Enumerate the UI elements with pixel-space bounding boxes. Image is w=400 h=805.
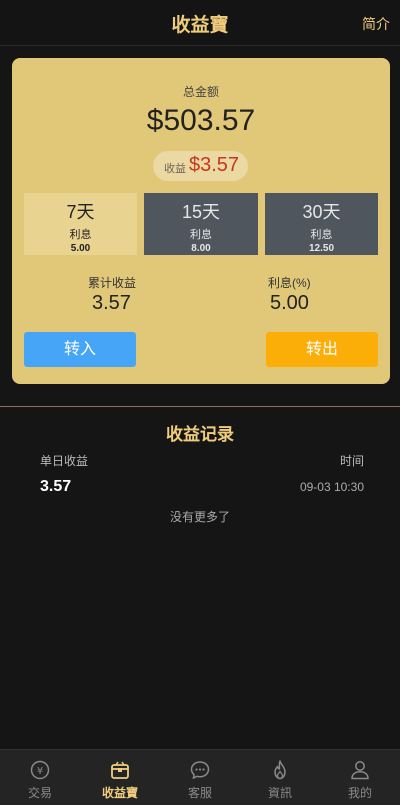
page-title: 收益寶	[171, 15, 229, 36]
treasure-box-icon	[111, 761, 129, 779]
nav-item-profile[interactable]: 我的	[320, 750, 400, 805]
cumulative-earnings-label: 累计收益	[88, 276, 137, 290]
nav-label: 客服	[187, 786, 212, 800]
total-amount-label: 总金额	[182, 85, 219, 99]
term-rate: 5.00	[70, 243, 91, 254]
nav-item-support[interactable]: 客服	[160, 750, 240, 805]
term-rate-label: 利息	[310, 229, 333, 241]
term-rate-label: 利息	[69, 229, 92, 241]
term-rate: 12.50	[308, 243, 335, 254]
total-amount-value: $503.57	[146, 104, 256, 137]
term-days: 30天	[302, 202, 341, 222]
flame-icon	[274, 760, 286, 780]
transfer-in-button[interactable]: 转入	[24, 332, 136, 367]
nav-item-yield[interactable]: 收益寶	[80, 750, 160, 805]
nav-label: 我的	[347, 786, 372, 800]
interest-rate-value: 5.00	[270, 292, 309, 314]
chat-bubble-icon	[190, 761, 210, 780]
earnings-value: $3.57	[189, 154, 240, 176]
term-option-15d[interactable]: 15天 利息 8.00	[144, 193, 258, 255]
nav-label: 交易	[27, 786, 52, 800]
section-divider	[0, 406, 400, 407]
bottom-nav: ¥ 交易 收益寶 客服 資訊 我的	[0, 749, 400, 805]
intro-link[interactable]: 简介	[362, 14, 390, 34]
term-rate-label: 利息	[190, 229, 212, 241]
records-title: 收益记录	[166, 425, 234, 444]
yen-coin-icon: ¥	[30, 760, 50, 780]
transfer-out-button[interactable]: 转出	[266, 332, 378, 367]
earnings-badge: 收益 $3.57	[153, 151, 248, 181]
term-rate: 8.00	[191, 243, 211, 254]
no-more-text: 没有更多了	[169, 510, 230, 524]
daily-earnings-header: 单日收益	[40, 454, 89, 468]
user-icon	[351, 761, 369, 780]
nav-label: 資訊	[267, 786, 292, 800]
term-days: 7天	[66, 202, 95, 222]
term-days: 15天	[181, 202, 221, 222]
nav-item-news[interactable]: 資訊	[240, 750, 320, 805]
balance-card: 总金额 $503.57 收益 $3.57 7天 利息 5.00 15天 利息 8…	[12, 58, 390, 384]
term-option-30d[interactable]: 30天 利息 12.50	[265, 193, 378, 255]
nav-item-trade[interactable]: ¥ 交易	[0, 750, 80, 805]
record-amount: 3.57	[40, 478, 72, 495]
nav-label: 收益寶	[101, 786, 138, 800]
time-header: 时间	[339, 454, 364, 468]
record-time: 09-03 10:30	[299, 480, 364, 494]
svg-text:¥: ¥	[37, 766, 43, 777]
interest-rate-label: 利息(%)	[268, 276, 311, 290]
cumulative-earnings-value: 3.57	[92, 292, 131, 314]
term-option-7d[interactable]: 7天 利息 5.00	[24, 193, 137, 255]
top-bar: 收益寶 简介	[0, 0, 400, 46]
earnings-label: 收益	[164, 163, 186, 175]
